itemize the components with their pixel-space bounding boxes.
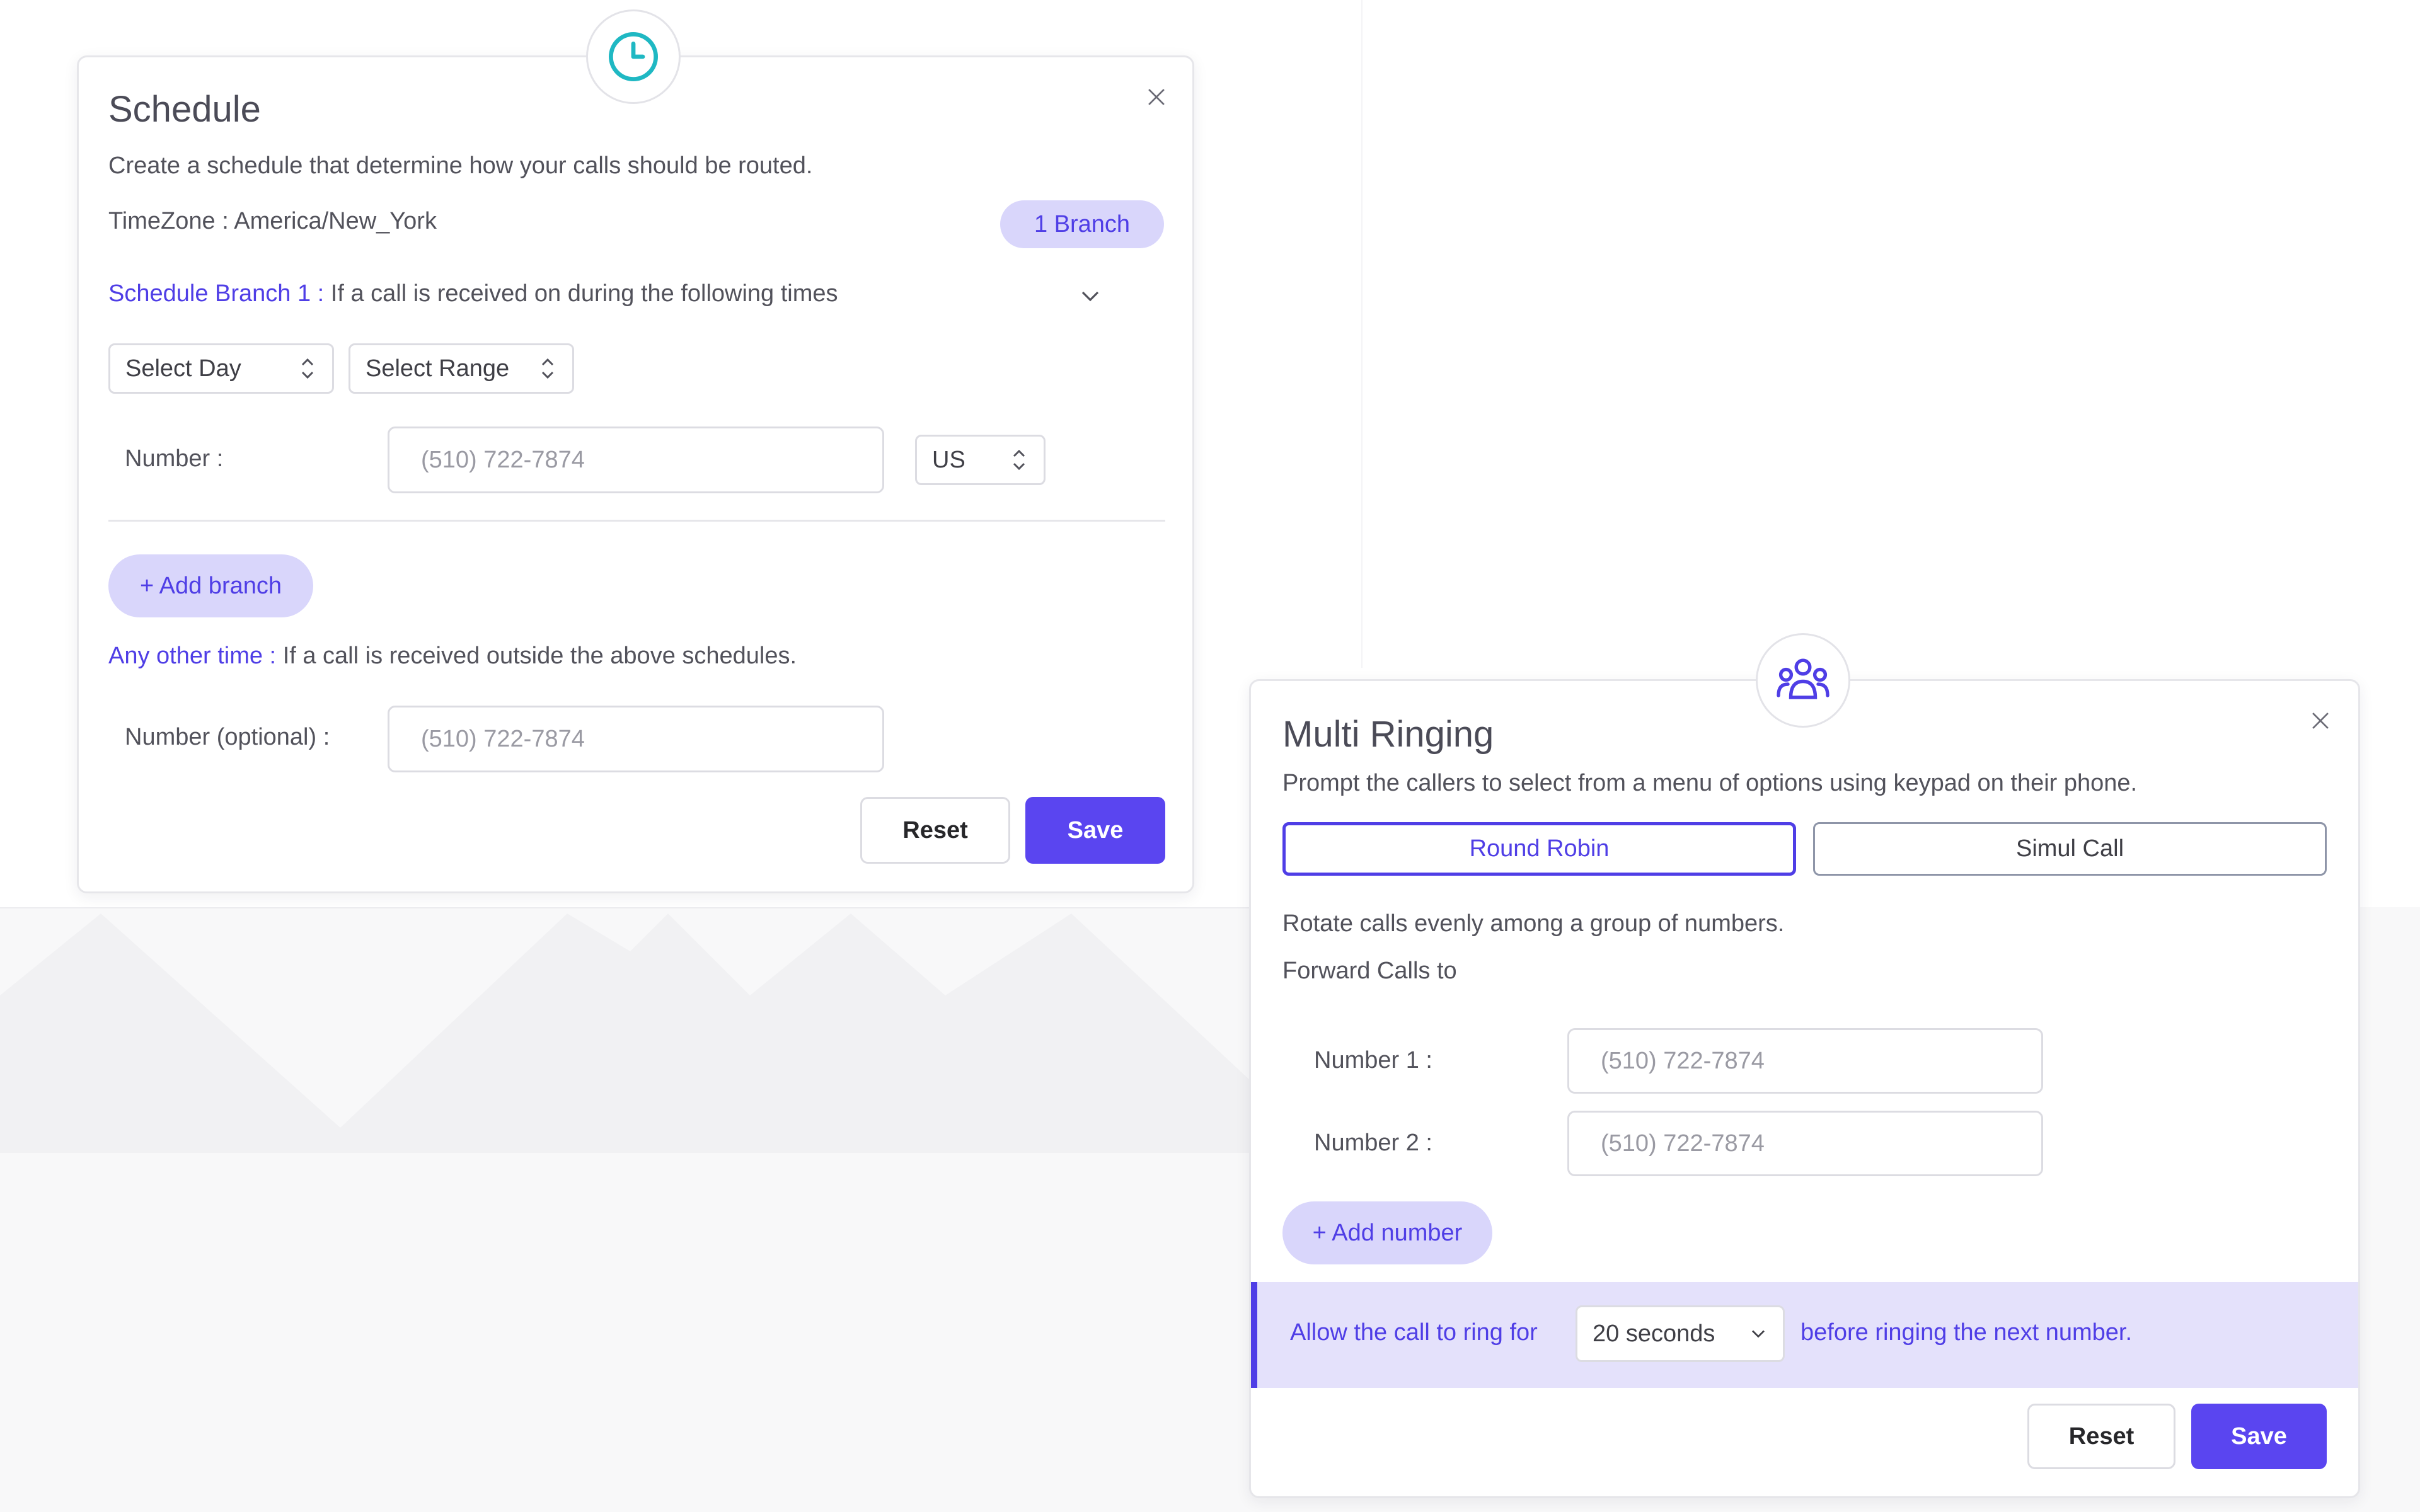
- chevron-down-icon: [1081, 291, 1099, 302]
- timezone-value: America/New_York: [234, 208, 437, 234]
- updown-chevron-icon: [1013, 449, 1025, 471]
- branch-label: Schedule Branch 1 :: [108, 280, 325, 307]
- schedule-reset-button[interactable]: Reset: [860, 797, 1010, 864]
- tab-round-robin[interactable]: Round Robin: [1282, 822, 1796, 876]
- select-day-label: Select Day: [125, 355, 241, 382]
- country-value: US: [932, 446, 965, 473]
- background-mountains: [0, 914, 1260, 1153]
- forward-calls-label: Forward Calls to: [1282, 958, 1457, 984]
- ring-suffix-text: before ringing the next number.: [1801, 1319, 2133, 1346]
- number2-label: Number 2 :: [1314, 1130, 1432, 1156]
- other-time-text: If a call is received outside the above …: [282, 643, 797, 669]
- schedule-icon-badge: [586, 9, 681, 104]
- select-range-label: Select Range: [366, 355, 510, 382]
- optional-number-label: Number (optional) :: [125, 724, 330, 750]
- timezone-label: TimeZone :: [108, 208, 229, 234]
- ring-duration-select[interactable]: 20 seconds: [1576, 1305, 1785, 1362]
- users-group-icon: [1777, 658, 1829, 699]
- optional-number-input[interactable]: (510) 722-7874: [388, 706, 884, 772]
- number1-label: Number 1 :: [1314, 1047, 1432, 1074]
- rotate-description: Rotate calls evenly among a group of num…: [1282, 910, 1785, 937]
- ring-prefix-text: Allow the call to ring for: [1290, 1319, 1538, 1346]
- number-input[interactable]: (510) 722-7874: [388, 427, 884, 493]
- updown-chevron-icon: [301, 358, 314, 379]
- updown-chevron-icon: [541, 358, 554, 379]
- branch-collapse-toggle[interactable]: [1078, 284, 1103, 309]
- branch-header: Schedule Branch 1 : If a call is receive…: [108, 280, 838, 307]
- multi-ringing-save-button[interactable]: Save: [2191, 1404, 2327, 1469]
- multi-ringing-reset-button[interactable]: Reset: [2027, 1404, 2175, 1469]
- branch-text: If a call is received on during the foll…: [330, 280, 838, 307]
- clock-icon: [609, 32, 658, 81]
- close-icon: [1148, 89, 1165, 105]
- select-range-dropdown[interactable]: Select Range: [349, 343, 574, 394]
- select-day-dropdown[interactable]: Select Day: [108, 343, 334, 394]
- number2-input[interactable]: (510) 722-7874: [1567, 1111, 2043, 1176]
- add-branch-button[interactable]: + Add branch: [108, 554, 313, 617]
- tab-simul-call[interactable]: Simul Call: [1813, 822, 2327, 876]
- background-divider-vertical: [1361, 0, 1363, 668]
- multi-ringing-close-button[interactable]: [2307, 707, 2334, 735]
- chevron-down-icon: [1752, 1330, 1765, 1338]
- country-select[interactable]: US: [915, 435, 1046, 485]
- schedule-divider: [108, 520, 1165, 522]
- branch-count-badge: 1 Branch: [1000, 200, 1164, 248]
- number1-input[interactable]: (510) 722-7874: [1567, 1028, 2043, 1094]
- schedule-close-button[interactable]: [1143, 83, 1170, 111]
- close-icon: [2312, 713, 2329, 729]
- number-label: Number :: [125, 445, 224, 472]
- add-number-button[interactable]: + Add number: [1282, 1201, 1492, 1264]
- other-time-row: Any other time : If a call is received o…: [108, 643, 797, 670]
- other-time-label: Any other time :: [108, 643, 277, 669]
- schedule-save-button[interactable]: Save: [1025, 797, 1165, 864]
- multi-ringing-description: Prompt the callers to select from a menu…: [1282, 770, 2138, 796]
- timezone-row: TimeZone : America/New_York: [108, 208, 437, 235]
- schedule-description: Create a schedule that determine how you…: [108, 152, 813, 179]
- ring-duration-value: 20 seconds: [1593, 1320, 1715, 1347]
- multi-ringing-icon-badge: [1756, 633, 1850, 728]
- schedule-title: Schedule: [108, 89, 261, 130]
- multi-ringing-title: Multi Ringing: [1282, 714, 1494, 755]
